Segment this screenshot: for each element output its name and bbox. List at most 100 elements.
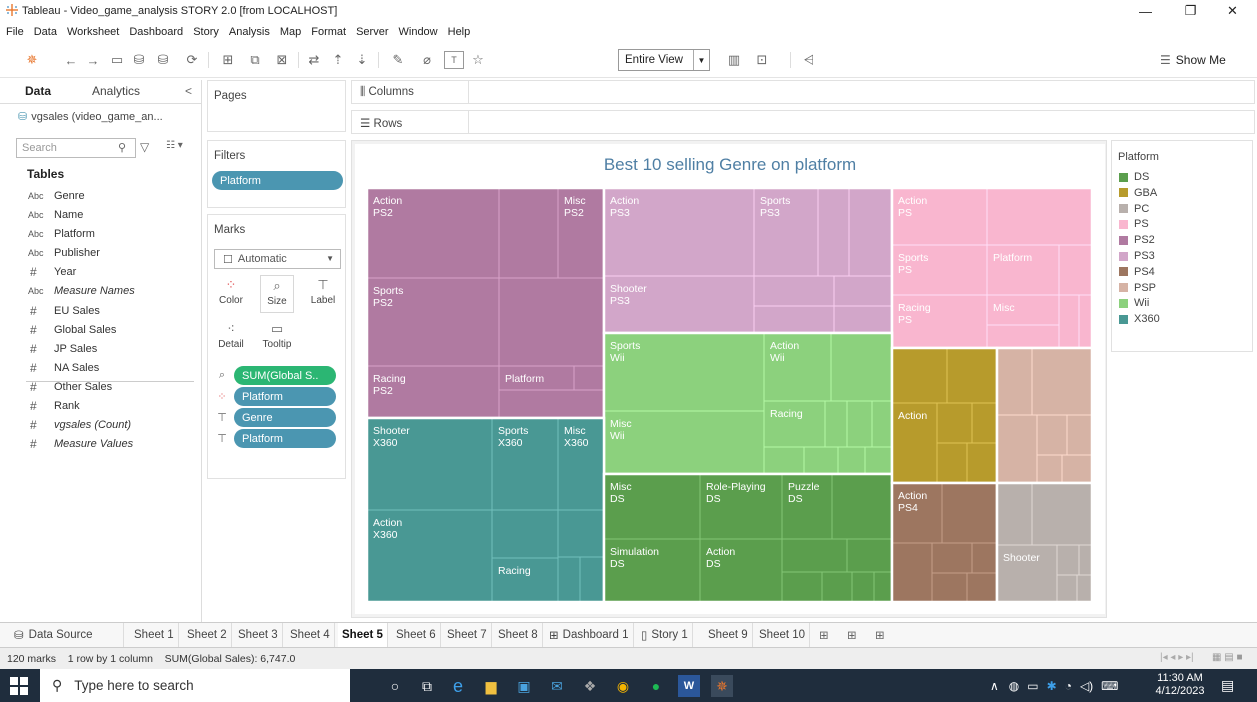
treemap-tile[interactable] xyxy=(996,482,1033,546)
volume-icon[interactable]: ◁) xyxy=(1080,679,1093,693)
treemap-tile[interactable] xyxy=(996,347,1033,416)
pill-sum-global-sales[interactable]: SUM(Global S.. xyxy=(234,366,336,385)
notification-icon[interactable]: ▤ xyxy=(1221,677,1234,694)
network-icon[interactable]: ◔ xyxy=(1065,679,1072,693)
legend-item-ps3[interactable]: PS3 xyxy=(1119,249,1155,263)
menu-worksheet[interactable]: Worksheet xyxy=(67,26,119,38)
treemap-tile[interactable] xyxy=(1056,574,1078,602)
filter-pill-platform[interactable]: Platform xyxy=(212,171,343,190)
treemap-tile[interactable] xyxy=(498,277,605,367)
spotify-icon[interactable]: ● xyxy=(645,675,667,697)
field-jp-sales[interactable]: # JP Sales xyxy=(28,340,97,358)
tab-story-1[interactable]: ▯ Story 1 xyxy=(637,623,693,647)
maximize-button[interactable]: ❐ xyxy=(1168,0,1213,22)
field-na-sales[interactable]: # NA Sales xyxy=(28,359,99,377)
menu-server[interactable]: Server xyxy=(356,26,388,38)
menu-window[interactable]: Window xyxy=(399,26,438,38)
windows-start-icon[interactable] xyxy=(10,677,28,695)
treemap-tile[interactable] xyxy=(1076,574,1093,602)
tab-sheet-1[interactable]: Sheet 1 xyxy=(130,623,179,647)
menu-format[interactable]: Format xyxy=(311,26,346,38)
photos-icon[interactable]: ❖ xyxy=(579,675,601,697)
tab-dashboard-1[interactable]: ⊞ Dashboard 1 xyxy=(545,623,634,647)
treemap-tile[interactable] xyxy=(753,305,835,334)
tab-analytics[interactable]: Analytics xyxy=(92,84,140,102)
pill-platform-color[interactable]: Platform xyxy=(234,387,336,406)
clear-sheet-icon[interactable]: ⊠ xyxy=(268,50,296,70)
taskbar-search[interactable]: ⚲ Type here to search xyxy=(40,669,350,702)
field-rank[interactable]: # Rank xyxy=(28,397,80,415)
new-story-tab-icon[interactable]: ⊞ xyxy=(871,623,889,647)
field-other-sales[interactable]: # Other Sales xyxy=(28,378,112,396)
treemap-tile[interactable] xyxy=(763,446,805,475)
treemap-tile[interactable] xyxy=(781,571,823,602)
treemap-tile[interactable] xyxy=(848,188,893,277)
store-icon[interactable]: ▣ xyxy=(513,675,535,697)
legend-item-gba[interactable]: GBA xyxy=(1119,186,1157,200)
word-icon[interactable]: W xyxy=(678,675,700,697)
treemap-tile[interactable] xyxy=(1061,454,1093,484)
fit-dropdown[interactable]: Entire View ▼ xyxy=(618,49,710,71)
treemap-tile[interactable] xyxy=(753,275,835,307)
legend-item-ds[interactable]: DS xyxy=(1119,170,1149,184)
size-button[interactable]: ⌕ Size xyxy=(260,275,294,313)
pages-card[interactable]: Pages xyxy=(207,80,346,132)
field-measure-values[interactable]: # Measure Values xyxy=(28,435,133,453)
label-button[interactable]: ⊤ Label xyxy=(306,275,340,313)
tab-sheet-8[interactable]: Sheet 8 xyxy=(494,623,543,647)
treemap-tile[interactable] xyxy=(821,571,853,602)
treemap-tile[interactable] xyxy=(941,482,998,544)
show-mark-labels-icon[interactable]: T xyxy=(444,51,464,69)
keyboard-icon[interactable]: ⌨ xyxy=(1101,679,1118,693)
treemap-tile[interactable] xyxy=(833,275,893,307)
treemap-tile[interactable] xyxy=(851,571,875,602)
treemap-tile[interactable] xyxy=(931,572,968,602)
treemap-tile[interactable] xyxy=(996,414,1038,484)
legend-item-psp[interactable]: PSP xyxy=(1119,281,1156,295)
filters-card[interactable]: Filters Platform xyxy=(207,140,346,208)
treemap-tile[interactable] xyxy=(1056,544,1080,576)
new-worksheet-tab-icon[interactable]: ⊞ xyxy=(815,623,833,647)
treemap-tile[interactable] xyxy=(824,400,848,448)
legend-item-wii[interactable]: Wii xyxy=(1119,296,1149,310)
treemap-tile[interactable] xyxy=(971,402,998,444)
cortana-icon[interactable]: ○ xyxy=(384,675,406,697)
sort-ascending-icon[interactable]: ⇡ xyxy=(328,50,348,70)
treemap-tile[interactable] xyxy=(891,542,933,602)
treemap-tile[interactable] xyxy=(971,542,998,574)
new-datasource-icon[interactable]: ⛁ xyxy=(130,50,148,70)
filter-icon[interactable]: ▽ xyxy=(140,140,149,154)
forward-arrow-icon[interactable]: → xyxy=(84,50,102,70)
field-global-sales[interactable]: # Global Sales xyxy=(28,321,116,339)
treemap-tile[interactable] xyxy=(498,188,559,279)
pause-updates-icon[interactable]: ⛁ xyxy=(152,50,174,70)
close-button[interactable]: ✕ xyxy=(1210,0,1255,22)
treemap-tile[interactable] xyxy=(781,538,848,573)
treemap-tile[interactable] xyxy=(873,571,893,602)
bluetooth-icon[interactable]: ✱ xyxy=(1047,679,1057,693)
pill-platform-label[interactable]: Platform xyxy=(234,429,336,448)
highlight-icon[interactable]: ✎ xyxy=(384,50,412,70)
duplicate-sheet-icon[interactable]: ⧉ xyxy=(244,50,266,70)
legend-item-x360[interactable]: X360 xyxy=(1119,312,1160,326)
menu-data[interactable]: Data xyxy=(34,26,57,38)
treemap-tile[interactable] xyxy=(936,402,973,444)
detail-button[interactable]: ⁖ Detail xyxy=(214,319,248,357)
treemap-tile[interactable] xyxy=(891,347,948,404)
treemap-tile[interactable] xyxy=(1078,294,1093,349)
treemap-tile[interactable] xyxy=(846,538,893,573)
treemap-tile[interactable] xyxy=(837,446,866,475)
save-icon[interactable]: ▭ xyxy=(108,50,126,70)
field-publisher[interactable]: Abc Publisher xyxy=(28,244,100,262)
treemap-tile[interactable] xyxy=(931,542,973,574)
tab-sheet-4[interactable]: Sheet 4 xyxy=(286,623,335,647)
tray-app-icon[interactable]: ◍ xyxy=(1009,679,1019,693)
file-explorer-icon[interactable]: ▆ xyxy=(480,675,502,697)
legend-item-ps4[interactable]: PS4 xyxy=(1119,265,1155,279)
chrome-icon[interactable]: ◉ xyxy=(612,675,634,697)
treemap-tile[interactable] xyxy=(557,509,605,558)
treemap-tile[interactable] xyxy=(579,556,605,602)
treemap-tile[interactable] xyxy=(936,442,968,484)
search-icon[interactable]: ⚲ xyxy=(118,141,126,154)
show-cards-icon[interactable]: ▥ xyxy=(720,50,748,70)
